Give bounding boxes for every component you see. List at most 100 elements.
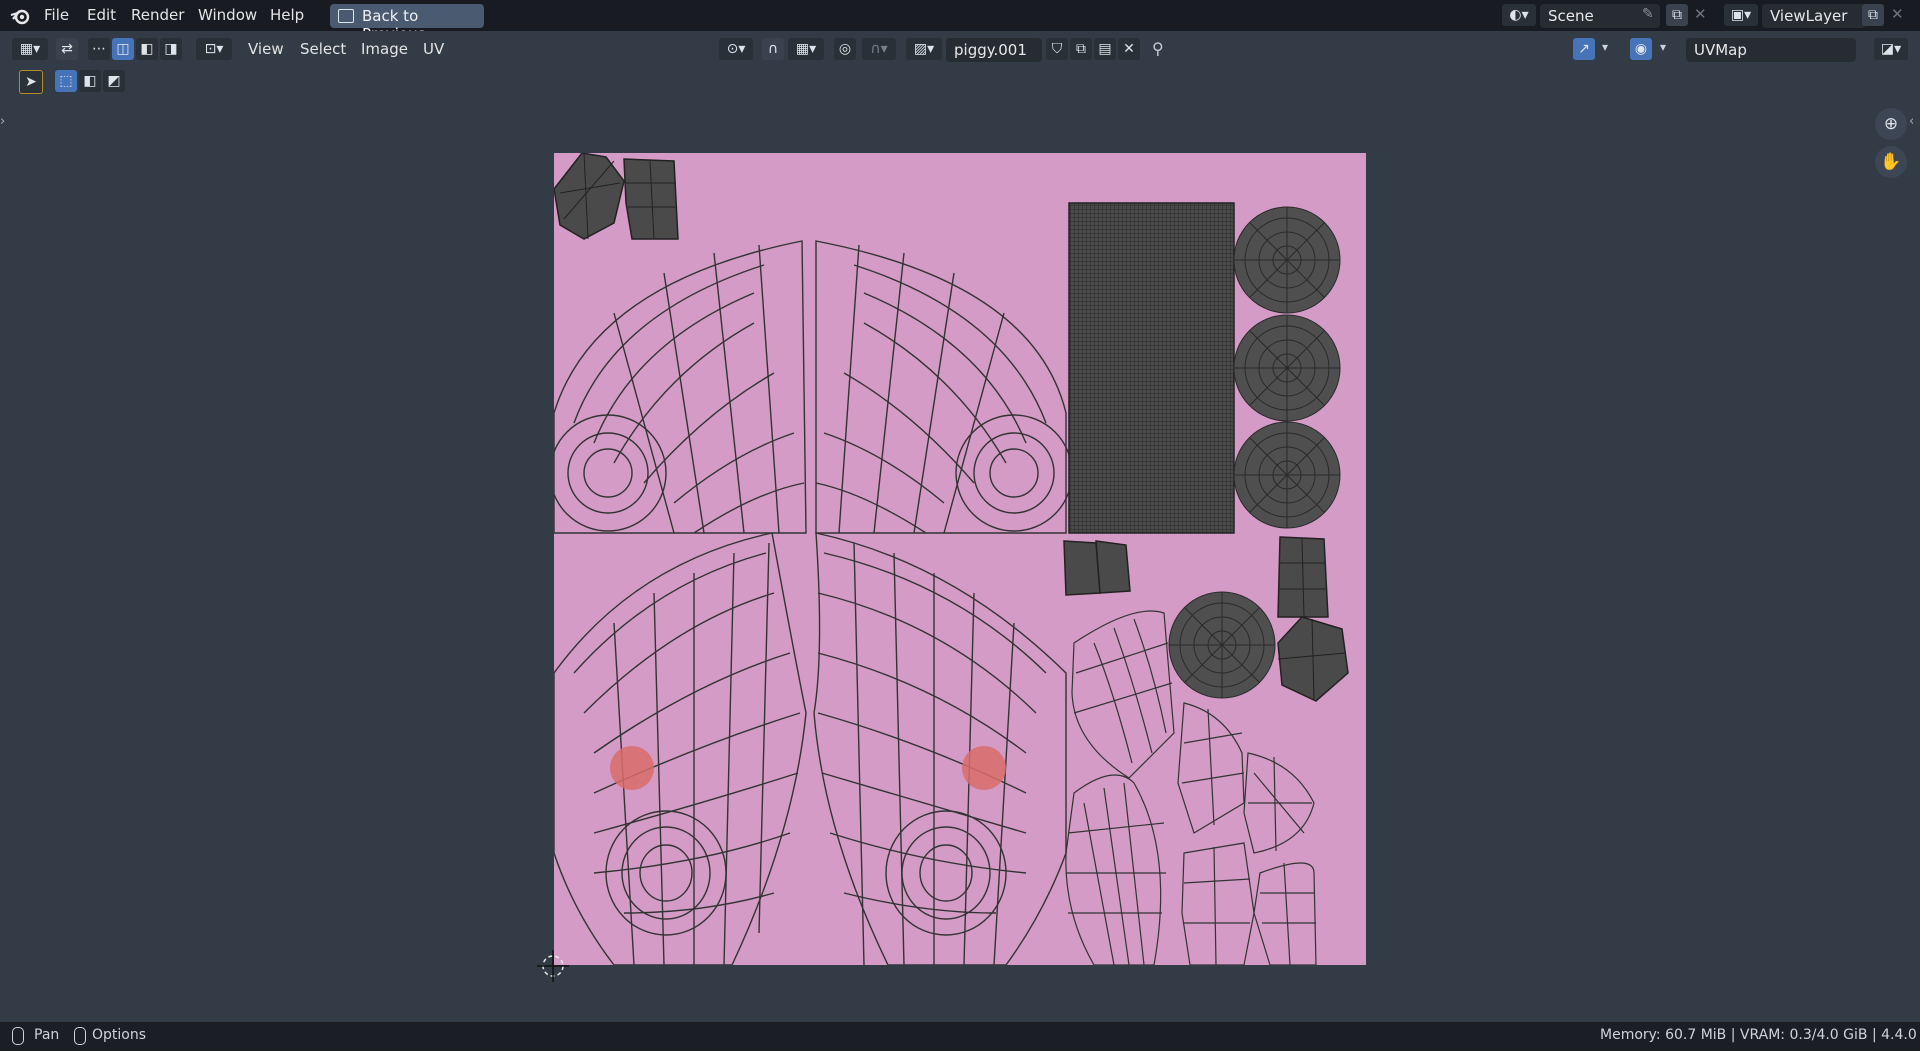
scene-type-dropdown[interactable]: ◐▾ xyxy=(1502,4,1536,26)
status-bar: Pan Options Memory: 60.7 MiB | VRAM: 0.3… xyxy=(0,1022,1920,1051)
uv-island-lower-right[interactable] xyxy=(813,532,1067,965)
proportional-icon: ◎ xyxy=(838,41,852,57)
menu-select[interactable]: Select xyxy=(300,40,346,58)
memory-info: Memory: 60.7 MiB | VRAM: 0.3/4.0 GiB | 4… xyxy=(1600,1027,1917,1043)
options-hint: Options xyxy=(92,1027,147,1043)
select-mode-new[interactable]: ⬚ xyxy=(55,70,77,92)
new-scene-button[interactable]: ⧉ xyxy=(1666,4,1688,26)
box-select-extend-icon: ◧ xyxy=(83,73,97,89)
scene-name: Scene xyxy=(1548,7,1594,25)
scene-icon: ◐▾ xyxy=(1509,7,1529,23)
open-image-icon: ▤ xyxy=(1098,41,1112,57)
fake-user-button[interactable]: ⛉ xyxy=(1046,38,1068,60)
uv-island-upper-right[interactable] xyxy=(815,240,1073,534)
pan-view-button[interactable]: ✋ xyxy=(1875,146,1907,178)
face-select-mode[interactable]: ◧ xyxy=(136,38,158,60)
pan-hint: Pan xyxy=(34,1027,60,1043)
view-layer-name: ViewLayer xyxy=(1770,7,1848,25)
back-arrow-icon xyxy=(338,9,354,23)
render-layer-icon: ▣▾ xyxy=(1730,7,1752,23)
top-bar: File Edit Render Window Help Back to Pre… xyxy=(0,0,1920,43)
sticky-select-icon: ⊡▾ xyxy=(204,41,224,57)
gizmo-dropdown-icon[interactable]: ▾ xyxy=(1602,40,1608,54)
uv-island[interactable] xyxy=(1063,540,1101,596)
image-name-field[interactable]: piggy.001 xyxy=(946,38,1042,62)
view-layer-field[interactable]: ViewLayer xyxy=(1762,4,1866,28)
uv-texture-canvas[interactable] xyxy=(554,153,1366,965)
menu-edit[interactable]: Edit xyxy=(87,6,116,24)
toolbar-expand-chevron-icon[interactable]: › xyxy=(0,114,5,129)
pin-image-icon[interactable]: ⚲ xyxy=(1152,39,1164,58)
gizmo-toggle[interactable]: ↗ xyxy=(1573,38,1595,60)
sidebar-expand-chevron-icon[interactable]: ‹ xyxy=(1909,114,1914,129)
blender-logo-icon[interactable] xyxy=(10,7,32,25)
browse-image-dropdown[interactable]: ▨▾ xyxy=(906,38,942,60)
back-to-previous-button[interactable]: Back to Previous xyxy=(330,4,484,43)
uv-islands[interactable] xyxy=(554,153,1366,965)
overlays-icon: ◉ xyxy=(1634,41,1648,57)
snap-magnet-icon: ∩ xyxy=(767,41,779,57)
face-select-icon: ◧ xyxy=(140,41,154,57)
editor-type-dropdown[interactable]: ▦▾ xyxy=(12,38,48,60)
menu-view[interactable]: View xyxy=(248,40,284,58)
delete-scene-icon[interactable]: ✕ xyxy=(1694,5,1707,23)
snap-grid-icon: ▦▾ xyxy=(795,41,817,57)
new-image-button[interactable]: ⧉ xyxy=(1070,38,1092,60)
uv-island[interactable] xyxy=(1095,540,1131,594)
proportional-editing-toggle[interactable]: ◎ xyxy=(834,38,856,60)
island-select-mode[interactable]: ◨ xyxy=(160,38,182,60)
zoom-view-button[interactable]: ⊕ xyxy=(1875,108,1907,140)
mouse-right-icon xyxy=(74,1027,86,1045)
sticky-selection-dropdown[interactable]: ⊡▾ xyxy=(196,38,232,60)
overlays-dropdown-icon[interactable]: ▾ xyxy=(1660,40,1666,54)
overlays-toggle[interactable]: ◉ xyxy=(1630,38,1652,60)
edge-select-mode[interactable]: ◫ xyxy=(112,38,134,60)
snap-target-dropdown[interactable]: ▦▾ xyxy=(788,38,824,60)
new-view-layer-button[interactable]: ⧉ xyxy=(1862,4,1884,26)
image-name: piggy.001 xyxy=(954,41,1027,59)
open-image-button[interactable]: ▤ xyxy=(1094,38,1116,60)
new-image-icon: ⧉ xyxy=(1076,41,1086,57)
select-tool-button[interactable]: ➤ xyxy=(19,70,43,94)
vertex-select-mode[interactable]: ⋯ xyxy=(88,38,110,60)
uv-island-marker xyxy=(610,746,654,790)
uv-island-dense-strip[interactable] xyxy=(1068,202,1235,534)
box-select-new-icon: ⬚ xyxy=(59,73,73,89)
delete-view-layer-icon[interactable]: ✕ xyxy=(1891,5,1904,23)
island-select-icon: ◨ xyxy=(164,41,178,57)
uv-island-lower-left[interactable] xyxy=(554,532,807,965)
2d-cursor-icon[interactable] xyxy=(528,944,578,988)
unlink-image-button[interactable]: ✕ xyxy=(1118,38,1140,60)
mouse-middle-icon xyxy=(12,1027,24,1045)
menu-uv[interactable]: UV xyxy=(423,40,444,58)
uv-map-field[interactable]: UVMap xyxy=(1686,38,1856,62)
image-icon: ▨▾ xyxy=(913,41,935,57)
uv-island-upper-left[interactable] xyxy=(554,240,807,534)
uv-island[interactable] xyxy=(554,153,625,240)
view-layer-dropdown[interactable]: ▣▾ xyxy=(1724,4,1758,26)
menu-window[interactable]: Window xyxy=(198,6,257,24)
cursor-arrow-icon: ➤ xyxy=(25,74,37,90)
uv-map-name: UVMap xyxy=(1694,41,1747,59)
gizmo-icon: ↗ xyxy=(1578,41,1590,57)
uv-island-marker xyxy=(962,746,1006,790)
uv-editor-header: ▦▾ ⇄ ⋯ ◫ ◧ ◨ ⊡▾ View Select Image UV ⊙▾ … xyxy=(0,31,1920,68)
menu-help[interactable]: Help xyxy=(270,6,304,24)
menu-image[interactable]: Image xyxy=(361,40,408,58)
falloff-dropdown[interactable]: ∩▾ xyxy=(862,38,896,60)
duplicate-icon: ⧉ xyxy=(1672,7,1682,23)
shield-icon: ⛉ xyxy=(1051,41,1063,57)
pivot-point-dropdown[interactable]: ⊙▾ xyxy=(719,38,753,60)
pin-scene-icon[interactable]: ✎ xyxy=(1642,6,1654,22)
vertex-select-icon: ⋯ xyxy=(92,41,106,57)
display-channels-dropdown[interactable]: ◪▾ xyxy=(1874,38,1908,60)
menu-render[interactable]: Render xyxy=(131,6,184,24)
sync-selection-toggle[interactable]: ⇄ xyxy=(56,38,78,60)
select-mode-extend[interactable]: ◧ xyxy=(79,70,101,92)
menu-file[interactable]: File xyxy=(44,6,69,24)
box-select-subtract-icon: ◩ xyxy=(107,73,121,89)
falloff-curve-icon: ∩▾ xyxy=(870,41,888,57)
select-mode-subtract[interactable]: ◩ xyxy=(103,70,125,92)
edge-select-icon: ◫ xyxy=(116,41,130,57)
snap-toggle[interactable]: ∩ xyxy=(762,38,784,60)
